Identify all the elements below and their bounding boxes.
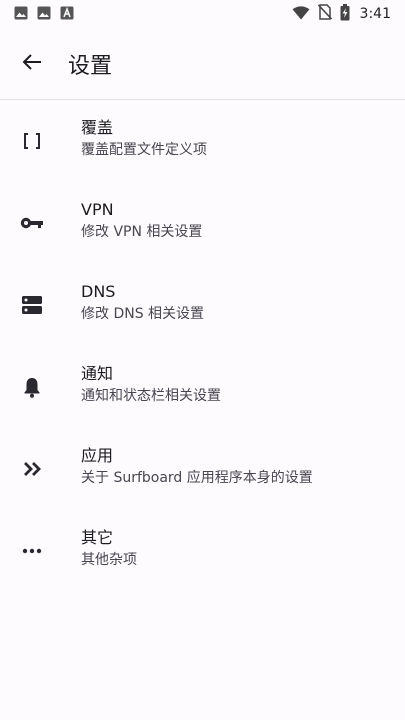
settings-item-other[interactable]: 其它 其他杂项 (0, 510, 405, 592)
item-subtitle: 修改 DNS 相关设置 (81, 306, 205, 322)
bell-icon (18, 346, 46, 428)
item-title: DNS (81, 282, 116, 301)
dns-icon (18, 264, 46, 346)
settings-item-notifications[interactable]: 通知 通知和状态栏相关设置 (0, 346, 405, 428)
item-subtitle: 修改 VPN 相关设置 (81, 224, 203, 240)
image-icon (14, 5, 28, 24)
double-chevron-icon (18, 428, 46, 510)
clock: 3:41 (359, 6, 391, 22)
settings-item-app[interactable]: 应用 关于 Surfboard 应用程序本身的设置 (0, 428, 405, 510)
item-title: 其它 (81, 528, 114, 547)
brackets-icon (18, 100, 46, 182)
page-title: 设置 (68, 53, 113, 79)
settings-item-dns[interactable]: DNS 修改 DNS 相关设置 (0, 264, 405, 346)
status-bar: 3:41 (0, 0, 405, 28)
item-title: VPN (81, 200, 114, 219)
item-subtitle: 覆盖配置文件定义项 (81, 142, 207, 158)
wifi-icon (292, 5, 310, 24)
key-icon (18, 182, 46, 264)
status-right: 3:41 (292, 3, 391, 25)
arrow-back-icon (22, 52, 42, 76)
item-title: 应用 (81, 446, 114, 465)
settings-list: 覆盖 覆盖配置文件定义项 VPN 修改 VPN 相关设置 DNS 修改 DNS … (0, 100, 405, 592)
item-title: 覆盖 (81, 118, 114, 137)
app-bar: 设置 (0, 28, 405, 100)
settings-item-vpn[interactable]: VPN 修改 VPN 相关设置 (0, 182, 405, 264)
image-icon (37, 5, 51, 24)
item-subtitle: 其他杂项 (81, 552, 137, 568)
no-sim-icon (317, 4, 332, 24)
item-subtitle: 关于 Surfboard 应用程序本身的设置 (81, 470, 313, 486)
settings-item-override[interactable]: 覆盖 覆盖配置文件定义项 (0, 100, 405, 182)
back-button[interactable] (4, 36, 60, 92)
text-icon (60, 5, 74, 24)
item-title: 通知 (81, 364, 114, 383)
item-subtitle: 通知和状态栏相关设置 (81, 388, 221, 404)
battery-charging-icon (340, 3, 350, 25)
status-left (14, 5, 74, 24)
more-dots-icon (18, 510, 46, 592)
